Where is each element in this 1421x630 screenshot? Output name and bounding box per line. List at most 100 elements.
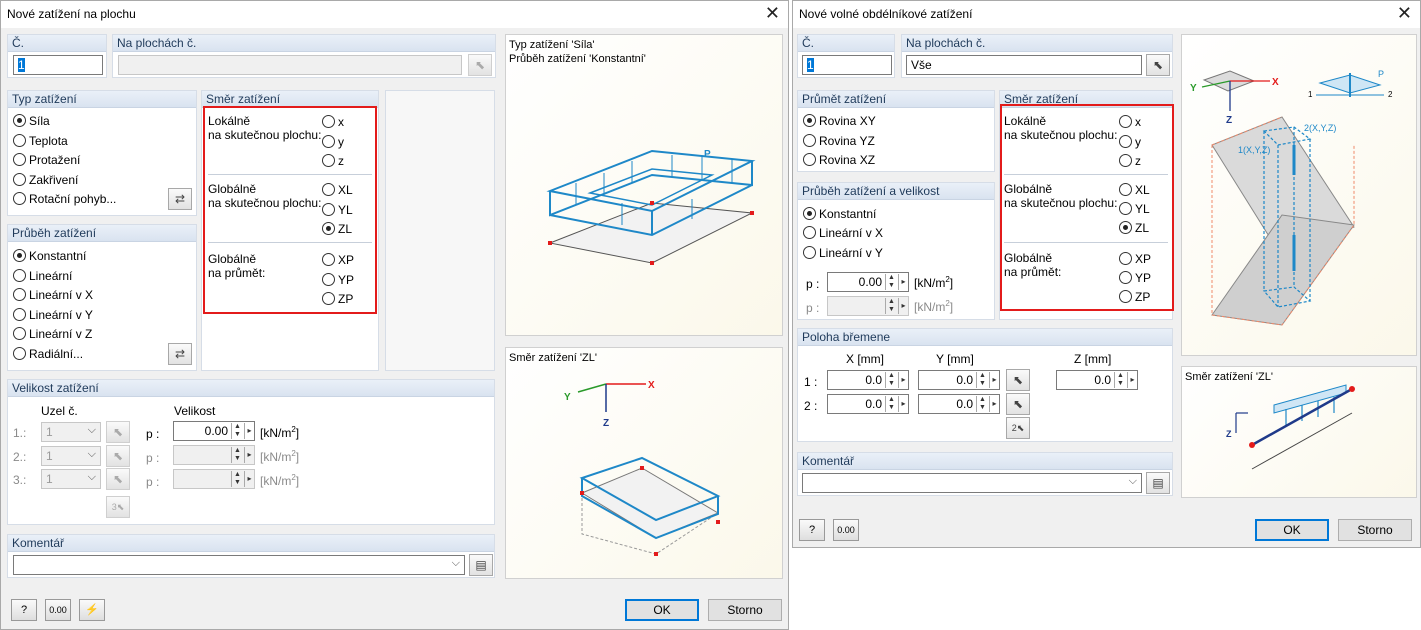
right-projection-header: Průmět zatížení [798, 91, 994, 108]
right-close-icon[interactable]: ✕ [1397, 3, 1412, 24]
right-p2-input[interactable]: ▲ ▼ ▸ [827, 296, 909, 316]
col-z-label: Z [mm] [1074, 352, 1112, 366]
left-load-type-header: Typ zatížení [8, 91, 196, 108]
r-axis-x: X [1272, 77, 1279, 88]
node-column-label: Uzel č. [41, 404, 78, 418]
left-comment-input[interactable]: ⌵ [13, 555, 465, 575]
left-direction-highlight [203, 106, 377, 314]
row-1-node-select[interactable]: 1 ⌵ [41, 422, 101, 442]
left-load-type-edit-icon[interactable]: ⇄ [168, 188, 192, 210]
left-magnitude-header: Velikost zatížení [8, 380, 494, 397]
right-position-group: Poloha břemene X [mm] Y [mm] Z [mm] 1 : … [797, 328, 1173, 442]
radio-rovina-xy[interactable]: Rovina XY [803, 113, 876, 129]
right-position-header: Poloha břemene [798, 329, 1172, 346]
left-comment-header: Komentář [8, 535, 494, 552]
right-surfaces-input[interactable]: Vše [906, 55, 1142, 75]
radio-r-linearni-x[interactable]: Lineární v X [803, 225, 883, 241]
left-titlebar: Nové zatížení na plochu ✕ [1, 1, 788, 28]
left-surfaces-input[interactable] [118, 55, 462, 75]
left-number-group: Č. 1 [7, 34, 107, 78]
row-3-value-input[interactable]: ▲ ▼ ▸ [173, 469, 255, 489]
left-close-icon[interactable]: ✕ [765, 3, 780, 24]
pos-row-2-index: 2 : [804, 399, 818, 413]
col-x-label: X [mm] [846, 352, 884, 366]
pos-1-x-input[interactable]: 0.0 ▲ ▼ ▸ [827, 370, 909, 390]
left-ok-button[interactable]: OK [625, 599, 699, 621]
radio-radialni[interactable]: Radiální... [13, 346, 83, 362]
right-cancel-button[interactable]: Storno [1338, 519, 1412, 541]
row-2-pick-icon[interactable]: ⬉ [106, 445, 130, 467]
left-preview-bottom: Směr zatížení 'ZL' X Y Z [505, 347, 783, 579]
right-comment-library-icon[interactable]: ▤ [1146, 472, 1170, 494]
rectangle-load-diagram: X Y Z P 1 2 1(X,Y,Z) 2(X,Y,Z) [1190, 69, 1393, 326]
left-distribution-edit-icon[interactable]: ⇄ [168, 343, 192, 365]
right-units-icon[interactable]: 0.00 [833, 519, 859, 541]
radio-protazeni[interactable]: Protažení [13, 152, 80, 168]
row-1-pick-icon[interactable]: ⬉ [106, 421, 130, 443]
pos-pick-two-icon[interactable]: 2⬉ [1006, 417, 1030, 439]
row-1-value-input[interactable]: 0.00 ▲ ▼ ▸ [173, 421, 255, 441]
radio-rotacni-pohyb[interactable]: Rotační pohyb... [13, 191, 116, 207]
radio-linearni[interactable]: Lineární [13, 268, 72, 284]
right-help-icon[interactable]: ? [799, 519, 825, 541]
pos-2-y-input[interactable]: 0.0 ▲ ▼ ▸ [918, 394, 1000, 414]
left-units-icon[interactable]: 0.00 [45, 599, 71, 621]
pos-1-z-input[interactable]: 0.0 ▲ ▼ ▸ [1056, 370, 1138, 390]
row-3-node-select[interactable]: 1 ⌵ [41, 469, 101, 489]
pick-three-nodes-icon[interactable]: 3⬉ [106, 496, 130, 518]
left-cancel-button[interactable]: Storno [708, 599, 782, 621]
right-distribution-group: Průběh zatížení a velikost Konstantní Li… [797, 182, 995, 320]
row-3-p-label: p : [146, 475, 160, 489]
right-comment-input[interactable]: ⌵ [802, 473, 1142, 493]
pos-1-y-input[interactable]: 0.0 ▲ ▼ ▸ [918, 370, 1000, 390]
right-p1-label: p : [806, 277, 820, 291]
right-projection-group: Průmět zatížení Rovina XY Rovina YZ Rovi… [797, 90, 995, 172]
right-comment-header: Komentář [798, 453, 1172, 470]
radio-konstantni[interactable]: Konstantní [13, 248, 86, 264]
right-surfaces-pick-icon[interactable]: ⬉ [1146, 54, 1170, 76]
pos-2-x-input[interactable]: 0.0 ▲ ▼ ▸ [827, 394, 909, 414]
right-number-input[interactable]: 1 [802, 55, 892, 75]
pos-2-pick-icon[interactable]: ⬉ [1006, 393, 1030, 415]
right-surfaces-group: Na plochách č. Vše ⬉ [901, 34, 1173, 78]
axis-x-label: X [648, 380, 655, 391]
left-comment-library-icon[interactable]: ▤ [469, 554, 493, 576]
radio-linearni-y[interactable]: Lineární v Y [13, 307, 93, 323]
r-axis-y: Y [1190, 83, 1197, 94]
r-axis-z: Z [1226, 115, 1232, 126]
direction-diagram: X Y Z [564, 380, 721, 556]
right-p1-input[interactable]: 0.00 ▲ ▼ ▸ [827, 272, 909, 292]
row-2-node-select[interactable]: 1 ⌵ [41, 446, 101, 466]
left-help-icon[interactable]: ? [11, 599, 37, 621]
r-pt1-label: 1(X,Y,Z) [1238, 145, 1270, 155]
pos-row-1-index: 1 : [804, 375, 818, 389]
row-3-index: 3.: [13, 473, 27, 487]
radio-teplota[interactable]: Teplota [13, 133, 68, 149]
row-3-pick-icon[interactable]: ⬉ [106, 468, 130, 490]
right-distribution-header: Průběh zatížení a velikost [798, 183, 994, 200]
r-direction-diagram: Z [1226, 384, 1355, 470]
left-calculator-icon[interactable]: ⚡ [79, 599, 105, 621]
left-surfaces-pick-icon[interactable]: ⬉ [468, 54, 492, 76]
radio-r-linearni-y[interactable]: Lineární v Y [803, 245, 883, 261]
right-direction-highlight [1000, 104, 1174, 311]
radio-r-konstantni[interactable]: Konstantní [803, 206, 876, 222]
radio-linearni-x[interactable]: Lineární v X [13, 287, 93, 303]
radio-rovina-xz[interactable]: Rovina XZ [803, 152, 875, 168]
right-p1-unit: [kN/m2] [914, 275, 954, 290]
row-2-p-label: p : [146, 451, 160, 465]
left-empty-panel [385, 90, 495, 371]
radio-rovina-yz[interactable]: Rovina YZ [803, 133, 875, 149]
left-surfaces-label: Na plochách č. [113, 35, 495, 52]
left-number-input[interactable]: 1 [13, 55, 103, 75]
r-p-label: P [1378, 69, 1384, 79]
row-3-unit: [kN/m2] [260, 473, 300, 488]
radio-linearni-z[interactable]: Lineární v Z [13, 326, 92, 342]
col-y-label: Y [mm] [936, 352, 974, 366]
right-ok-button[interactable]: OK [1255, 519, 1329, 541]
left-magnitude-group: Velikost zatížení Uzel č. Velikost 1.: 1… [7, 379, 495, 525]
radio-sila[interactable]: Síla [13, 113, 50, 129]
row-2-value-input[interactable]: ▲ ▼ ▸ [173, 445, 255, 465]
pos-1-pick-icon[interactable]: ⬉ [1006, 369, 1030, 391]
radio-zakriveni[interactable]: Zakřivení [13, 172, 78, 188]
